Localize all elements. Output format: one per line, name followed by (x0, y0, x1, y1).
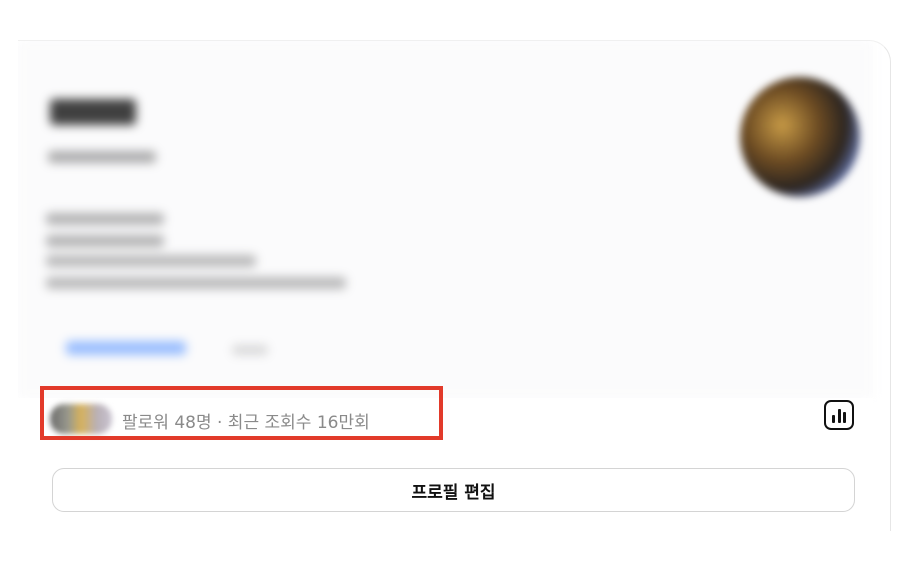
bar-chart-icon[interactable] (824, 400, 854, 430)
profile-handle-redacted (48, 151, 156, 163)
bio-line-redacted (46, 235, 164, 247)
blurred-profile-header (18, 41, 873, 398)
follower-stats-row[interactable]: 팔로워 48명 · 최근 조회수 16만회 (18, 398, 873, 444)
edit-profile-button[interactable]: 프로필 편집 (52, 468, 855, 512)
edit-profile-button-label: 프로필 편집 (411, 482, 496, 503)
follower-stats-text[interactable]: 팔로워 48명 · 최근 조회수 16만회 (122, 408, 370, 433)
profile-name-redacted (50, 99, 136, 125)
profile-secondary-link-redacted[interactable] (232, 345, 268, 355)
bio-line-redacted (46, 255, 256, 267)
profile-card: 팔로워 48명 · 최근 조회수 16만회 프로필 편집 (18, 40, 891, 531)
profile-avatar[interactable] (740, 77, 860, 197)
bio-line-redacted (46, 277, 346, 289)
follower-avatar-stack (50, 404, 112, 434)
bio-line-redacted (46, 213, 164, 225)
profile-link-redacted[interactable] (66, 341, 186, 355)
